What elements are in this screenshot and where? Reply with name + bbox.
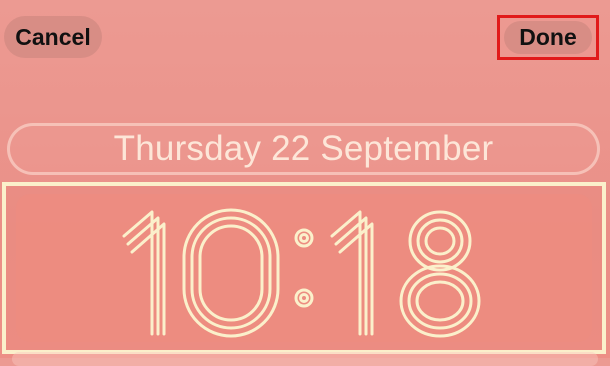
time-digit-1b [330, 210, 374, 336]
time-digit-8 [399, 210, 481, 338]
next-widget-edge [12, 352, 598, 366]
top-bar: Cancel Done [0, 0, 610, 80]
time-digit-1 [122, 210, 166, 336]
time-display [122, 208, 481, 338]
date-widget[interactable]: Thursday 22 September [7, 123, 600, 175]
time-digit-0 [182, 208, 280, 338]
done-button-label: Done [504, 21, 592, 54]
clock-widget[interactable] [2, 182, 606, 354]
cancel-button[interactable]: Cancel [4, 16, 102, 58]
done-button[interactable]: Done [497, 15, 599, 60]
time-colon [294, 228, 314, 308]
date-label: Thursday 22 September [113, 129, 494, 168]
